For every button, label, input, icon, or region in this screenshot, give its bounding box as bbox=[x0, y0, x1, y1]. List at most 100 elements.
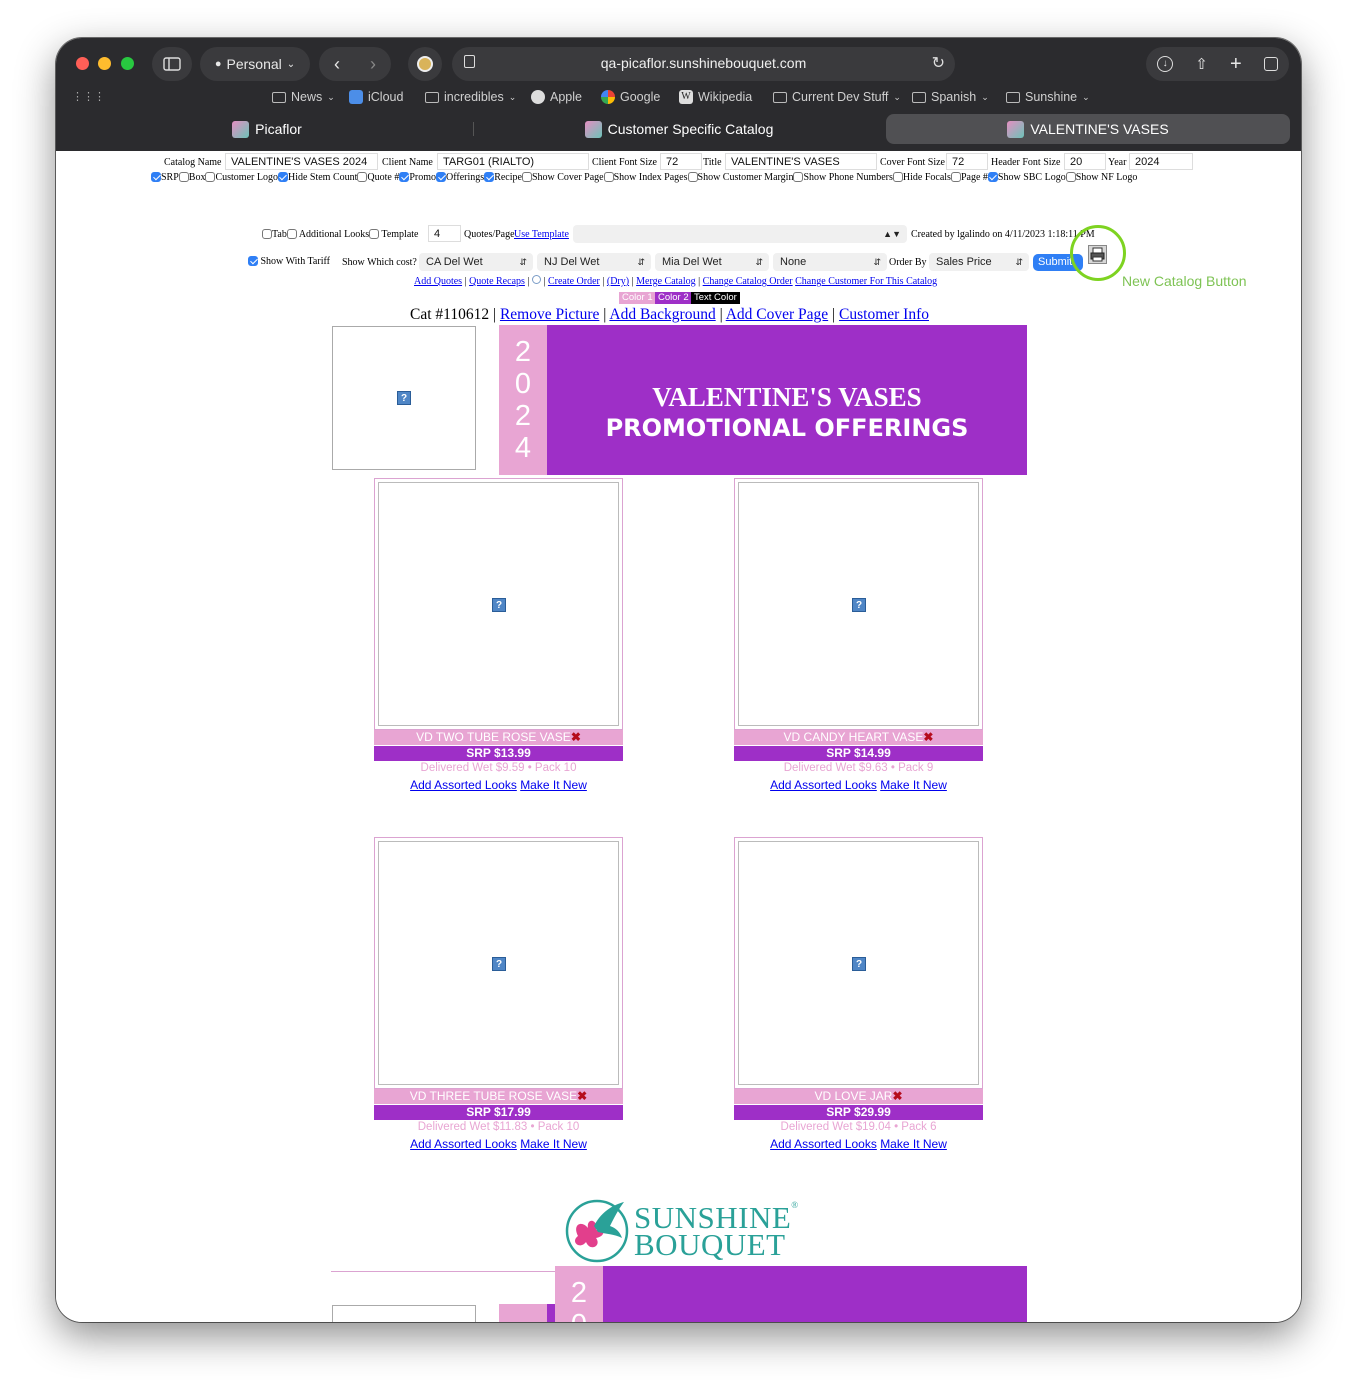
add-assorted-looks-link[interactable]: Add Assorted Looks bbox=[410, 1137, 517, 1151]
template-checkbox[interactable] bbox=[369, 229, 380, 239]
header-font-size-input[interactable]: 20 bbox=[1064, 153, 1106, 170]
address-bar[interactable]: qa-picaflor.sunshinebouquet.com ↻ bbox=[452, 47, 955, 81]
color2-swatch[interactable]: Color 2 bbox=[655, 292, 692, 304]
bookmark-sunshine[interactable]: Sunshine ⌄ bbox=[1006, 90, 1090, 104]
chevron-down-icon: ⌄ bbox=[508, 91, 517, 102]
show-index-pages-checkbox[interactable] bbox=[603, 172, 614, 182]
hide-stem-count-checkbox[interactable] bbox=[277, 172, 288, 182]
use-template-link[interactable]: Use Template bbox=[514, 229, 569, 240]
box-checkbox[interactable] bbox=[178, 172, 189, 182]
cover-font-size-input[interactable]: 72 bbox=[946, 153, 988, 170]
apps-grid-icon[interactable]: ⋮⋮⋮ bbox=[72, 90, 105, 103]
delete-icon[interactable]: ✖ bbox=[892, 1089, 902, 1103]
show-nf-logo-checkbox[interactable] bbox=[1065, 172, 1076, 182]
make-it-new-link[interactable]: Make It New bbox=[880, 778, 947, 792]
back-icon[interactable]: ‹ bbox=[334, 54, 340, 75]
change-customer-link[interactable]: Change Customer For This Catalog bbox=[795, 276, 937, 287]
tab-checkbox[interactable] bbox=[262, 229, 272, 239]
new-tab-icon[interactable]: + bbox=[1230, 53, 1242, 76]
text-color-swatch[interactable]: Text Color bbox=[691, 292, 740, 304]
client-name-input[interactable]: TARG01 (RIALTO) bbox=[437, 153, 589, 170]
add-cover-page-link[interactable]: Add Cover Page bbox=[726, 306, 828, 323]
cost-select-ca[interactable]: CA Del Wet ⇵ bbox=[419, 253, 533, 271]
next-page-logo-placeholder[interactable] bbox=[332, 1305, 476, 1322]
product-image-frame[interactable]: ? bbox=[734, 478, 983, 730]
profile-button[interactable]: ● Personal ⌄ bbox=[200, 47, 310, 81]
show-phone-numbers-checkbox[interactable] bbox=[793, 172, 804, 182]
make-it-new-link[interactable]: Make It New bbox=[520, 778, 587, 792]
add-quotes-link[interactable]: Add Quotes bbox=[414, 276, 462, 287]
additional-looks-checkbox[interactable] bbox=[286, 229, 297, 239]
bookmark-icloud[interactable]: iCloud bbox=[349, 90, 403, 104]
bookmark-news[interactable]: News ⌄ bbox=[272, 90, 335, 104]
show-cover-page-checkbox[interactable] bbox=[521, 172, 532, 182]
dry-order-link[interactable]: (Dry) bbox=[607, 276, 629, 287]
make-it-new-link[interactable]: Make It New bbox=[880, 1137, 947, 1151]
srp-checkbox[interactable] bbox=[151, 172, 161, 182]
forward-icon[interactable]: › bbox=[370, 54, 376, 75]
merge-catalog-link[interactable]: Merge Catalog bbox=[636, 276, 696, 287]
delete-icon[interactable]: ✖ bbox=[923, 730, 933, 744]
add-assorted-looks-link[interactable]: Add Assorted Looks bbox=[770, 1137, 877, 1151]
show-with-tariff-checkbox[interactable] bbox=[248, 256, 258, 266]
download-icon[interactable]: ↓ bbox=[1157, 56, 1174, 72]
extension-button[interactable] bbox=[408, 47, 442, 81]
share-icon[interactable]: ⇧ bbox=[1195, 55, 1208, 73]
offerings-checkbox[interactable] bbox=[436, 172, 447, 182]
minimize-window-button[interactable] bbox=[98, 57, 111, 70]
show-customer-margin-checkbox[interactable] bbox=[687, 172, 698, 182]
cost-select-none[interactable]: None ⇵ bbox=[773, 253, 887, 271]
page-number-checkbox[interactable] bbox=[950, 172, 961, 182]
sidebar-toggle-button[interactable] bbox=[152, 47, 192, 81]
quotes-per-page-input[interactable]: 4 bbox=[428, 225, 461, 242]
tab-overview-icon[interactable] bbox=[1263, 57, 1278, 71]
cost-select-mia[interactable]: Mia Del Wet ⇵ bbox=[655, 253, 769, 271]
hide-focals-checkbox[interactable] bbox=[892, 172, 903, 182]
tab-customer-specific-catalog[interactable]: Customer Specific Catalog bbox=[476, 114, 882, 144]
select-arrows-icon: ▲▼ bbox=[883, 229, 901, 239]
reload-icon[interactable]: ↻ bbox=[932, 53, 945, 73]
promo-checkbox[interactable] bbox=[399, 172, 410, 182]
change-catalog-order-link[interactable]: Change Catalog Order bbox=[703, 276, 793, 287]
order-by-select[interactable]: Sales Price ⇵ bbox=[929, 253, 1029, 271]
bookmark-incredibles[interactable]: incredibles ⌄ bbox=[425, 90, 516, 104]
select-arrows-icon: ⇵ bbox=[873, 257, 881, 267]
make-it-new-link[interactable]: Make It New bbox=[520, 1137, 587, 1151]
remove-picture-link[interactable]: Remove Picture bbox=[500, 306, 599, 323]
bookmark-google[interactable]: Google bbox=[601, 90, 660, 104]
wikipedia-icon: W bbox=[679, 90, 693, 104]
color1-swatch[interactable]: Color 1 bbox=[619, 292, 656, 304]
close-window-button[interactable] bbox=[76, 57, 89, 70]
search-icon[interactable] bbox=[531, 275, 541, 284]
customer-logo-checkbox[interactable] bbox=[205, 172, 216, 182]
zoom-window-button[interactable] bbox=[121, 57, 134, 70]
customer-logo-placeholder[interactable]: ? bbox=[332, 326, 476, 470]
tab-picaflor[interactable]: Picaflor bbox=[64, 114, 470, 144]
create-order-link[interactable]: Create Order bbox=[548, 276, 600, 287]
add-assorted-looks-link[interactable]: Add Assorted Looks bbox=[410, 778, 517, 792]
bookmark-wikipedia[interactable]: W Wikipedia bbox=[679, 90, 752, 104]
broken-image-icon: ? bbox=[852, 957, 866, 971]
show-sbc-logo-checkbox[interactable] bbox=[987, 172, 998, 182]
title-input[interactable]: VALENTINE'S VASES bbox=[725, 153, 877, 170]
product-image-frame[interactable]: ? bbox=[374, 837, 623, 1089]
cost-select-nj[interactable]: NJ Del Wet ⇵ bbox=[537, 253, 651, 271]
tab-valentines-vases[interactable]: VALENTINE'S VASES bbox=[886, 114, 1290, 144]
bookmark-current-dev-stuff[interactable]: Current Dev Stuff ⌄ bbox=[773, 90, 901, 104]
quote-number-checkbox[interactable] bbox=[357, 172, 368, 182]
bookmark-spanish[interactable]: Spanish ⌄ bbox=[912, 90, 989, 104]
client-font-size-input[interactable]: 72 bbox=[660, 153, 702, 170]
recipe-checkbox[interactable] bbox=[484, 172, 495, 182]
bookmark-apple[interactable]: Apple bbox=[531, 90, 582, 104]
add-assorted-looks-link[interactable]: Add Assorted Looks bbox=[770, 778, 877, 792]
template-select[interactable]: ▲▼ bbox=[573, 225, 907, 243]
product-image-frame[interactable]: ? bbox=[734, 837, 983, 1089]
delete-icon[interactable]: ✖ bbox=[571, 730, 581, 744]
catalog-name-input[interactable]: VALENTINE'S VASES 2024 bbox=[225, 153, 378, 170]
delete-icon[interactable]: ✖ bbox=[577, 1089, 587, 1103]
product-image-frame[interactable]: ? bbox=[374, 478, 623, 730]
quote-recaps-link[interactable]: Quote Recaps bbox=[469, 276, 525, 287]
customer-info-link[interactable]: Customer Info bbox=[839, 306, 929, 323]
year-input[interactable]: 2024 bbox=[1129, 153, 1193, 170]
add-background-link[interactable]: Add Background bbox=[609, 306, 715, 323]
